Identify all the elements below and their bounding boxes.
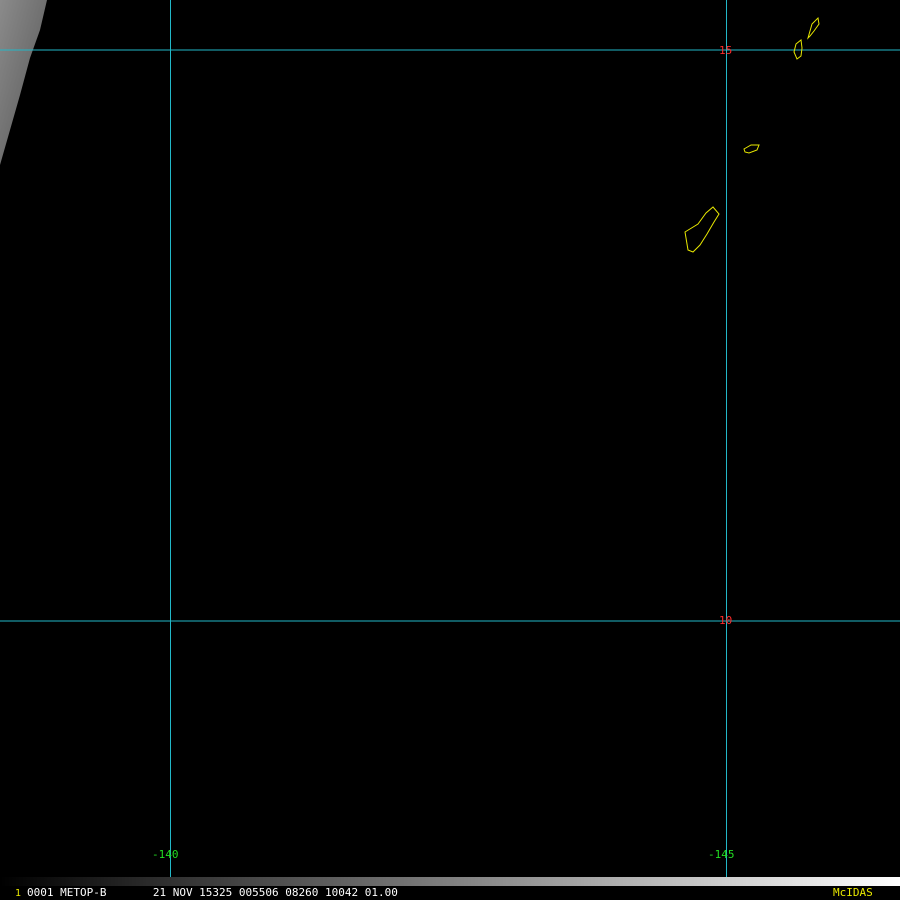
longitude-label-145: -145 xyxy=(708,848,735,861)
island-outline xyxy=(806,16,820,40)
latitude-label-15: 15 xyxy=(719,44,733,57)
longitude-label-140: -140 xyxy=(152,848,179,861)
island-outline xyxy=(684,206,720,253)
frame-number: 1 xyxy=(15,888,22,899)
latitude-label-10: 10 xyxy=(719,614,733,627)
island-outline xyxy=(743,144,760,154)
software-label: McIDAS xyxy=(833,886,873,899)
cloud-swath xyxy=(0,0,47,165)
status-line: 0001 METOP-B 21 NOV 15325 005506 08260 1… xyxy=(27,886,398,899)
grayscale-bar xyxy=(0,877,900,886)
satellite-map xyxy=(0,0,900,886)
